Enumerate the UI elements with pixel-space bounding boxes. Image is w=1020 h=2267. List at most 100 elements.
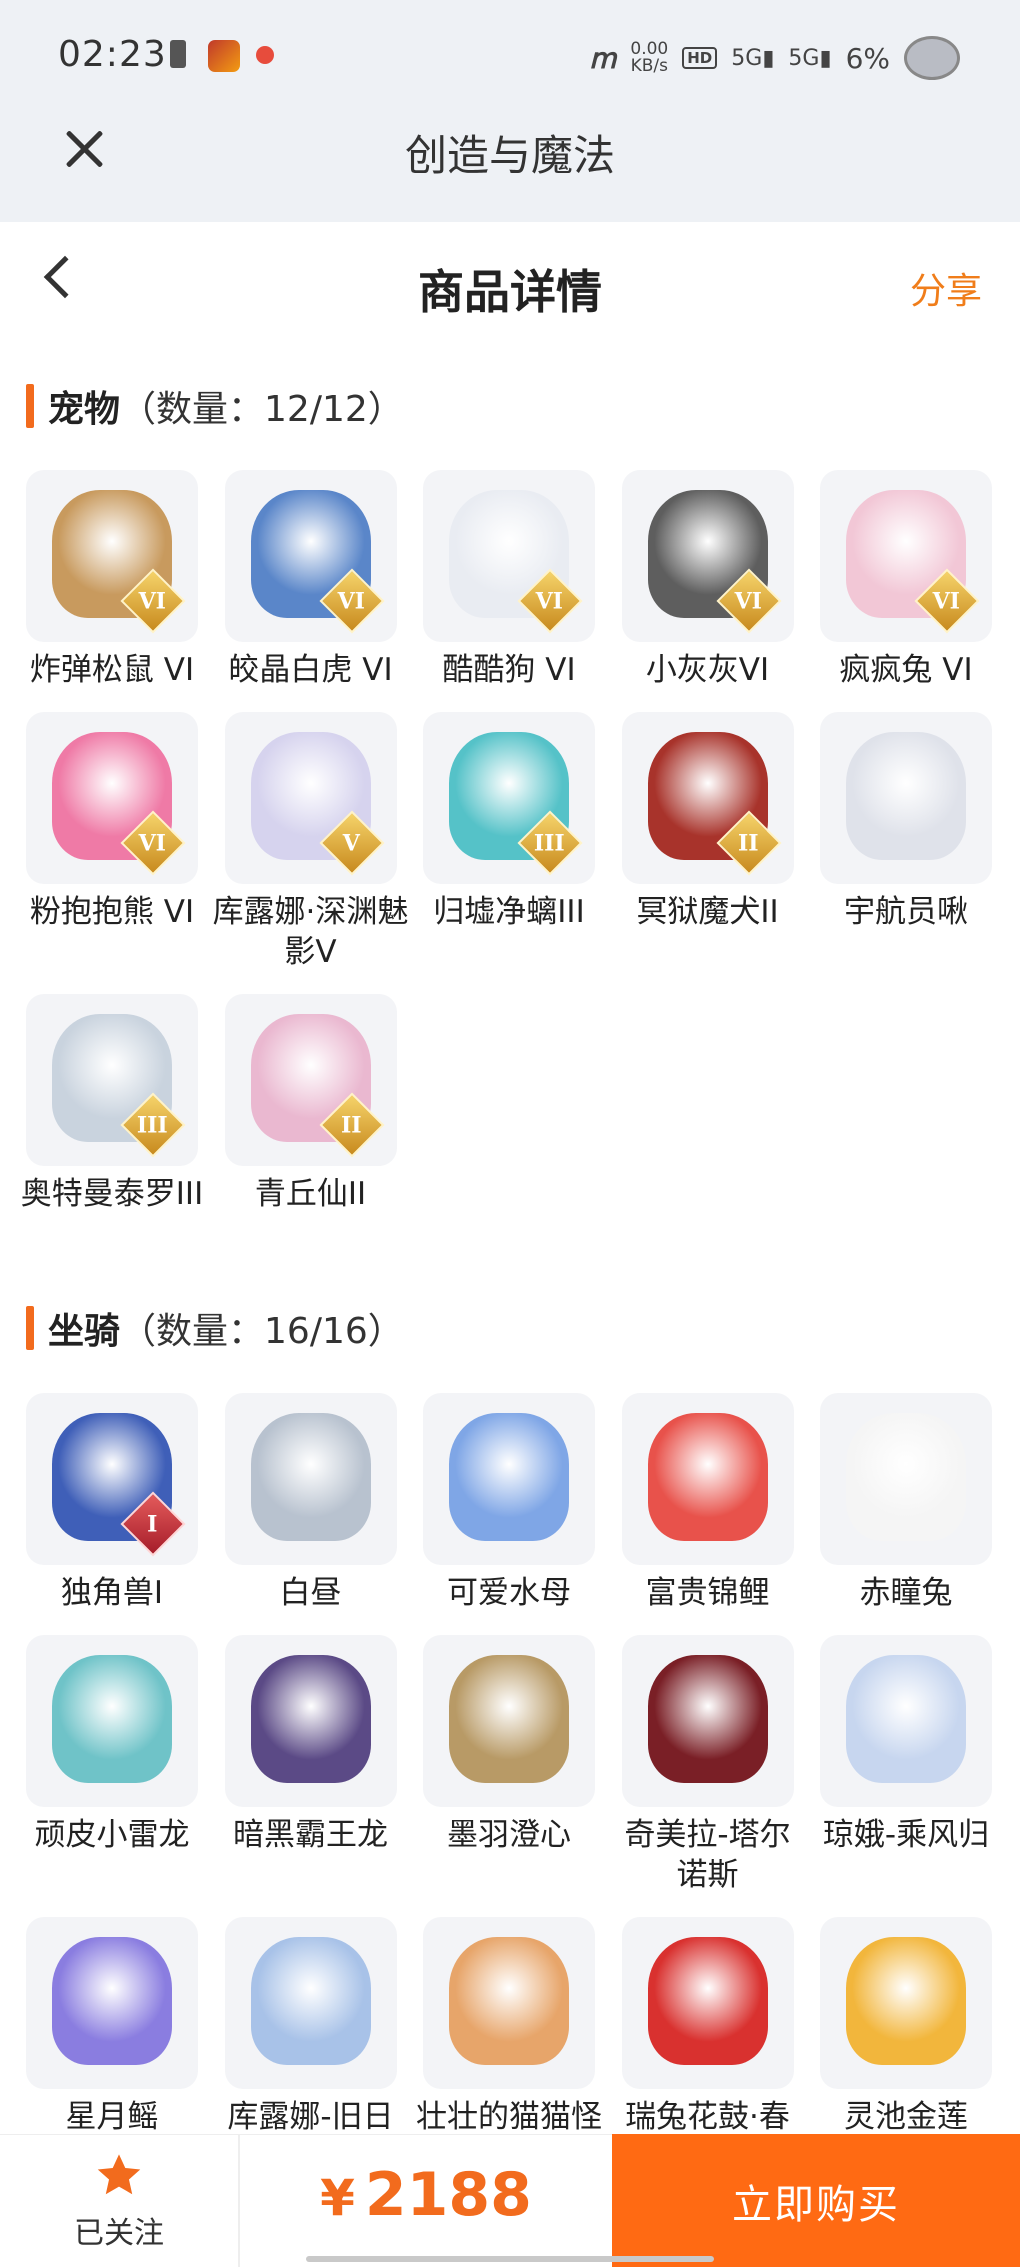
item-thumbnail [26,1635,198,1807]
pet-item[interactable]: III 奥特曼泰罗III [21,994,203,1214]
hd-icon: HD [682,47,718,69]
item-thumbnail [621,1917,794,2089]
item-thumbnail [423,1393,595,1565]
pet-item[interactable]: III 归墟净螭III [423,712,595,972]
item-name: 库露娜·深渊魅影V [212,894,409,970]
item-name: 粉抱抱熊 VI [29,894,195,930]
item-name: 白昼 [279,1575,342,1611]
buy-now-button[interactable]: 立即购买 [612,2134,1020,2267]
signal-icon-2: 5G▮ [788,45,832,71]
item-thumbnail [820,1917,992,2089]
item-artwork [250,1655,371,1783]
tier-badge-label: VI [932,588,960,615]
mount-item[interactable]: 暗黑霸王龙 [224,1635,397,1895]
mount-item[interactable]: 奇美拉-塔尔诺斯 [621,1635,794,1895]
sim-icon [170,40,186,68]
item-name: 青丘仙II [254,1176,367,1212]
item-name: 富贵锦鲤 [645,1575,770,1611]
avatar [904,36,960,80]
home-indicator [306,2256,714,2262]
item-name: 暗黑霸王龙 [233,1817,388,1853]
follow-label: 已关注 [74,2215,164,2251]
item-thumbnail [621,1635,794,1807]
item-artwork [647,1655,768,1783]
pets-grid: VI 炸弹松鼠 VI VI 皎晶白虎 VI VI 酷酷狗 VI VI 小灰灰VI VI 疯疯兔 V… [21,470,1006,1214]
mounts-section-title: 坐骑 [48,1311,121,1352]
pet-item[interactable]: VI 炸弹松鼠 VI [26,470,198,690]
mount-item[interactable]: 白昼 [224,1393,397,1613]
item-thumbnail [26,1917,198,2089]
follow-button[interactable]: 已关注 [0,2134,240,2267]
mount-item[interactable]: 墨羽澄心 [423,1635,595,1895]
item-name: 壮壮的猫猫怪 [416,2099,602,2135]
item-name: 可爱水母 [447,1575,571,1611]
tier-badge-label: III [136,1112,168,1139]
mount-item[interactable]: I 独角兽I [26,1393,198,1613]
mounts-section-header: 坐骑 （数量：16/16） [26,1302,404,1354]
item-thumbnail [423,1635,595,1807]
tier-badge-label: VI [337,588,365,615]
pet-item[interactable]: VI 粉抱抱熊 VI [26,712,198,972]
item-thumbnail [224,1393,397,1565]
item-name: 顽皮小雷龙 [34,1817,190,1853]
mount-item[interactable]: 琼娥-乘风归 [820,1635,992,1895]
pet-item[interactable]: II 冥狱魔犬II [621,712,794,972]
share-button[interactable]: 分享 [910,262,982,314]
item-name: 瑞兔花鼓·春 [625,2099,790,2135]
item-thumbnail: VI [820,470,992,642]
item-name: 奥特曼泰罗III [20,1176,204,1212]
item-name: 星月鳐 [65,2099,159,2135]
item-thumbnail [621,1393,794,1565]
pet-item[interactable]: II 青丘仙II [224,994,397,1214]
item-artwork [647,1937,768,2065]
pet-item[interactable]: VI 皎晶白虎 VI [224,470,397,690]
mount-item[interactable]: 富贵锦鲤 [621,1393,794,1613]
item-thumbnail: VI [423,470,595,642]
tier-badge-label: VI [138,588,166,615]
pet-item[interactable]: VI 小灰灰VI [621,470,794,690]
tier-badge-label: III [533,830,565,857]
page-title: 商品详情 [418,265,602,319]
app-title: 创造与魔法 [404,131,615,180]
mount-item[interactable]: 赤瞳兔 [820,1393,992,1613]
item-name: 皎晶白虎 VI [228,652,393,688]
status-right-group: 𝗆 0.00 KB/s HD 5G▮ 5G▮ 6% [589,36,960,80]
item-thumbnail [820,712,992,884]
pet-item[interactable]: VI 疯疯兔 VI [820,470,992,690]
item-thumbnail [820,1393,992,1565]
item-artwork [250,1413,371,1541]
item-artwork [647,1413,768,1541]
item-name: 琼娥-乘风归 [822,1817,990,1853]
item-artwork [846,1937,966,2065]
app-notification-icon [208,40,240,72]
signal2-label: 5G [788,45,820,71]
pet-item[interactable]: VI 酷酷狗 VI [423,470,595,690]
net-speed-unit: KB/s [630,56,669,76]
pets-section-count: （数量：12/12） [120,389,404,430]
item-artwork [52,1937,172,2065]
item-thumbnail [423,1917,595,2089]
item-artwork [250,1937,371,2065]
mounts-section-count: （数量：16/16） [120,1311,404,1352]
item-artwork [449,1937,569,2065]
pet-item[interactable]: V 库露娜·深渊魅影V [213,712,408,972]
section-accent-bar [26,1306,34,1350]
pet-item[interactable]: 宇航员啾 [820,712,992,972]
item-thumbnail [820,1635,992,1807]
item-name: 归墟净螭III [433,894,585,930]
pets-section-header: 宠物 （数量：12/12） [26,380,404,432]
mount-item[interactable]: 可爱水母 [423,1393,595,1613]
star-icon [97,2153,141,2194]
status-bar: 02:23 𝗆 0.00 KB/s HD 5G▮ 5G▮ 6% [0,0,1020,115]
status-time: 02:23 [58,34,167,75]
mount-item[interactable]: 顽皮小雷龙 [26,1635,198,1895]
location-icon [256,46,274,64]
tier-badge-label: V [342,830,360,857]
item-name: 奇美拉-塔尔诺斯 [624,1817,791,1893]
item-name: 宇航员啾 [844,894,968,930]
tier-badge-label: VI [734,588,762,615]
section-accent-bar [26,384,34,428]
item-thumbnail: II [224,994,397,1166]
mounts-grid: I 独角兽I 白昼 可爱水母 富贵锦鲤 赤瞳兔顽皮小雷龙 暗黑霸王龙 墨羽澄心 奇美拉-塔尔诺斯… [26,1393,1006,2177]
item-name: 小灰灰VI [645,652,770,688]
